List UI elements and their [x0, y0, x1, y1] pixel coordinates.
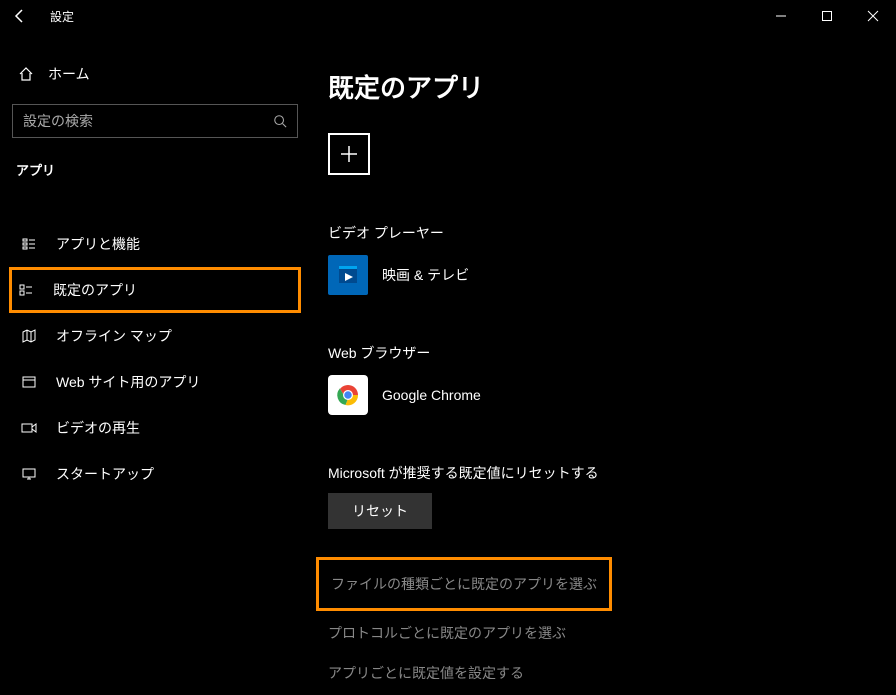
app-label: Google Chrome [382, 387, 481, 403]
search-icon [273, 114, 287, 128]
sidebar-item-label: 既定のアプリ [53, 280, 137, 300]
nav-list: アプリと機能 既定のアプリ オフライン マップ Web サイト用のアプリ [12, 221, 298, 497]
search-placeholder: 設定の検索 [23, 111, 93, 131]
video-playback-icon [20, 420, 38, 436]
window-title: 設定 [50, 8, 74, 25]
plus-icon [338, 143, 360, 165]
default-app-video-player[interactable]: 映画 & テレビ [328, 255, 878, 295]
sidebar: ホーム 設定の検索 アプリ アプリと機能 既定のアプリ [0, 32, 310, 695]
sidebar-home-label: ホーム [48, 64, 90, 84]
sidebar-item-label: オフライン マップ [56, 326, 172, 346]
reset-heading: Microsoft が推奨する既定値にリセットする [328, 463, 878, 483]
apps-for-websites-icon [20, 374, 38, 390]
maximize-button[interactable] [804, 0, 850, 32]
sidebar-home[interactable]: ホーム [12, 56, 298, 92]
search-input[interactable]: 設定の検索 [12, 104, 298, 138]
sidebar-item-label: アプリと機能 [56, 234, 140, 254]
apps-features-icon [20, 236, 38, 252]
close-button[interactable] [850, 0, 896, 32]
main-panel: 既定のアプリ ビデオ プレーヤー 映画 & テレビ Web ブラウザー [310, 32, 896, 695]
reset-button[interactable]: リセット [328, 493, 432, 529]
sidebar-section-header: アプリ [12, 160, 298, 179]
app-label: 映画 & テレビ [382, 265, 469, 285]
sidebar-item-default-apps[interactable]: 既定のアプリ [9, 267, 301, 313]
titlebar: 設定 [0, 0, 896, 32]
minimize-button[interactable] [758, 0, 804, 32]
default-apps-icon [17, 282, 35, 298]
back-button[interactable] [4, 0, 36, 32]
link-choose-by-file-type[interactable]: ファイルの種類ごとに既定のアプリを選ぶ [316, 557, 612, 611]
movies-tv-icon [328, 255, 368, 295]
sidebar-item-offline-maps[interactable]: オフライン マップ [12, 313, 298, 359]
chrome-icon [328, 375, 368, 415]
link-choose-by-protocol[interactable]: プロトコルごとに既定のアプリを選ぶ [328, 615, 878, 651]
link-set-defaults-by-app[interactable]: アプリごとに既定値を設定する [328, 655, 878, 691]
sidebar-item-label: Web サイト用のアプリ [56, 372, 200, 392]
home-icon [18, 66, 34, 82]
sidebar-item-apps-for-websites[interactable]: Web サイト用のアプリ [12, 359, 298, 405]
offline-maps-icon [20, 328, 38, 344]
page-title: 既定のアプリ [328, 68, 878, 105]
startup-icon [20, 466, 38, 482]
category-heading-video: ビデオ プレーヤー [328, 223, 878, 243]
category-heading-browser: Web ブラウザー [328, 343, 878, 363]
sidebar-item-label: スタートアップ [56, 464, 154, 484]
sidebar-item-video-playback[interactable]: ビデオの再生 [12, 405, 298, 451]
default-app-web-browser[interactable]: Google Chrome [328, 375, 878, 415]
add-default-app-button[interactable] [328, 133, 370, 175]
sidebar-item-apps-features[interactable]: アプリと機能 [12, 221, 298, 267]
sidebar-item-startup[interactable]: スタートアップ [12, 451, 298, 497]
sidebar-item-label: ビデオの再生 [56, 418, 140, 438]
